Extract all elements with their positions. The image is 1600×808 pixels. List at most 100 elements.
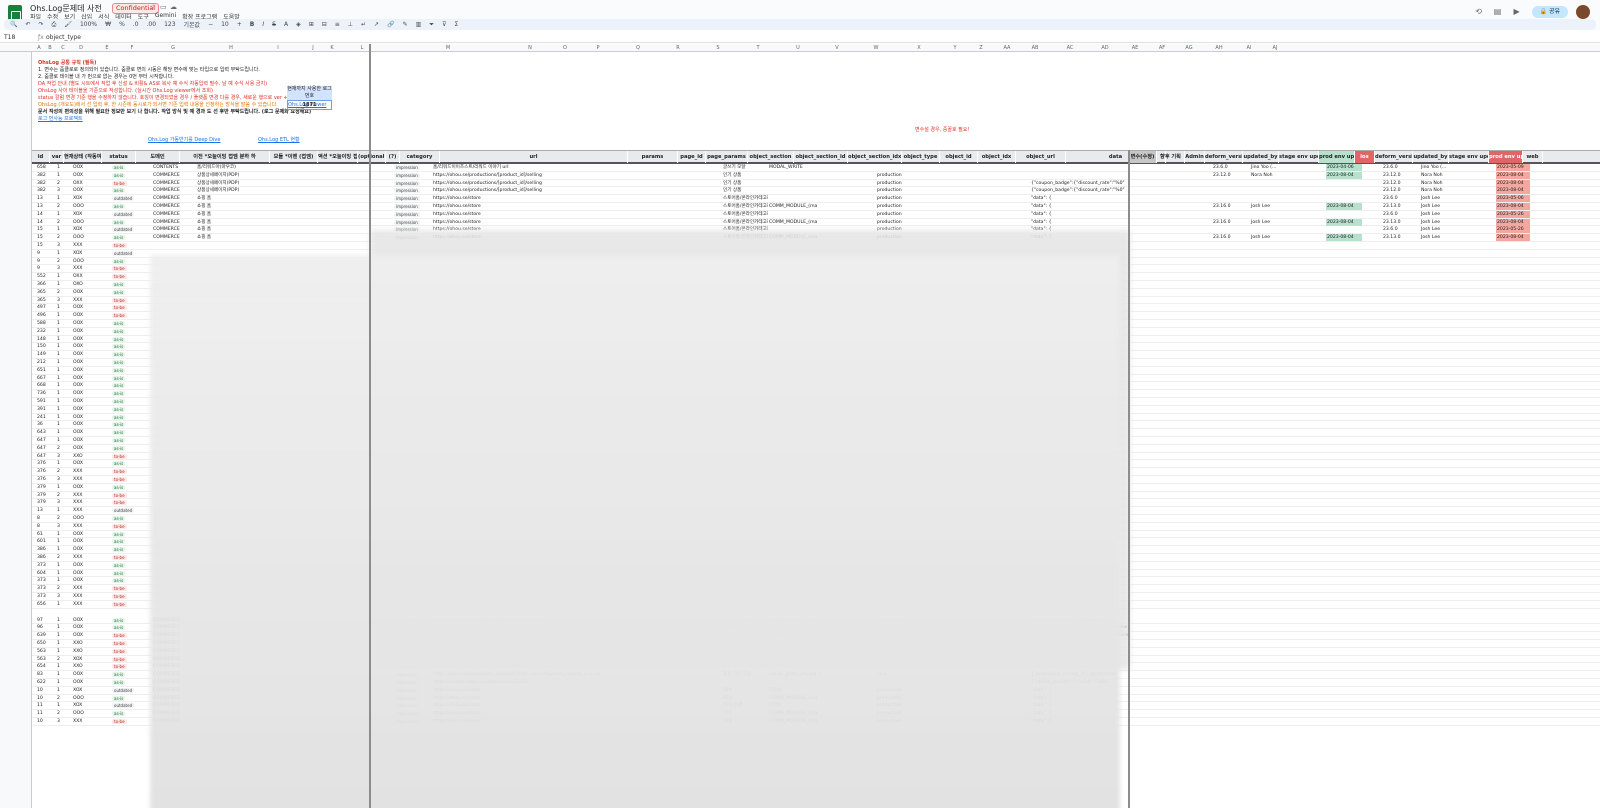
data-cell[interactable]: "data": { <box>1030 219 1130 226</box>
screen-cell[interactable]: 쇼핑 홈 <box>196 234 276 241</box>
ios-prod-updated-cell[interactable]: 2023-08-04 <box>1496 234 1530 242</box>
avatar[interactable] <box>1576 5 1590 19</box>
italic-icon[interactable]: I <box>262 21 264 28</box>
id-cell[interactable]: 376 <box>36 468 52 475</box>
var-cell[interactable]: 1 <box>56 671 66 678</box>
var-cell[interactable]: 1 <box>56 328 66 335</box>
search-menus-icon[interactable]: 🔍 <box>10 21 17 28</box>
column-header[interactable]: F <box>122 45 142 51</box>
state-cell[interactable]: XXX <box>72 718 102 725</box>
header-10[interactable]: category <box>400 151 440 163</box>
android-updated-by-cell[interactable]: Jino Yoo (... <box>1250 164 1286 171</box>
status-dropdown[interactable]: as-is <box>112 414 126 420</box>
header-right-12[interactable]: web <box>1523 151 1543 163</box>
status-dropdown[interactable]: as-is <box>112 336 126 342</box>
header-12[interactable]: params <box>628 151 678 163</box>
header-right-5[interactable]: stage env updated_at <box>1279 151 1319 163</box>
state-cell[interactable]: XXX <box>72 593 102 600</box>
domain-cell[interactable]: COMMERCE <box>152 187 194 194</box>
header-15[interactable]: object_section <box>748 151 794 163</box>
state-cell[interactable]: OOO <box>72 710 102 717</box>
status-dropdown[interactable]: as-is <box>112 547 126 553</box>
ios-version-cell[interactable]: 23.12.0 <box>1382 180 1418 187</box>
state-cell[interactable]: OOX <box>72 531 102 538</box>
state-cell[interactable]: OXO <box>72 281 102 288</box>
status-dropdown[interactable]: to-be <box>112 594 127 599</box>
object-section-cell[interactable]: 인기 상품 <box>722 187 768 194</box>
ios-version-cell[interactable]: 23.13.0 <box>1382 203 1418 210</box>
font-size-input[interactable]: 10 <box>221 21 229 28</box>
redo-icon[interactable]: ↷ <box>39 21 44 28</box>
id-cell[interactable]: 588 <box>36 320 52 327</box>
column-header[interactable]: Z <box>968 45 994 51</box>
ios-prod-updated-cell[interactable]: 2023-05-06 <box>1496 195 1530 203</box>
object-section-cell[interactable]: 인기 상품 <box>722 180 768 187</box>
id-cell[interactable]: 212 <box>36 359 52 366</box>
status-dropdown[interactable]: as-is <box>112 165 126 170</box>
ios-version-cell[interactable]: 23.6.0 <box>1382 211 1418 218</box>
screen-cell[interactable]: 홈/리워드아(마우코) <box>196 164 276 171</box>
domain-cell[interactable]: COMMERCE <box>152 234 194 241</box>
column-header[interactable]: AF <box>1150 45 1174 51</box>
var-cell[interactable]: 1 <box>56 375 66 382</box>
var-cell[interactable]: 1 <box>56 336 66 343</box>
state-cell[interactable]: XXX <box>72 242 102 249</box>
status-dropdown[interactable]: to-be <box>112 297 127 303</box>
rotate-icon[interactable]: ↗ <box>374 21 379 28</box>
column-header[interactable]: H <box>204 45 258 51</box>
undo-icon[interactable]: ↶ <box>25 21 30 28</box>
id-cell[interactable]: 14 <box>36 211 52 218</box>
category-dropdown[interactable]: impression <box>394 165 420 170</box>
column-header[interactable]: AC <box>1050 45 1090 51</box>
header-1[interactable]: var <box>50 151 64 163</box>
id-cell[interactable]: 379 <box>36 499 52 506</box>
android-updated-by-cell[interactable]: Josh Lee <box>1250 203 1286 210</box>
state-cell[interactable]: OOX <box>72 617 102 624</box>
id-cell[interactable]: 365 <box>36 289 52 296</box>
var-cell[interactable]: 1 <box>56 421 66 428</box>
var-cell[interactable]: 1 <box>56 687 66 694</box>
header-11[interactable]: url <box>440 151 628 163</box>
state-cell[interactable]: OXX <box>72 180 102 187</box>
status-dropdown[interactable]: to-be <box>112 664 127 670</box>
status-dropdown[interactable]: to-be <box>112 719 127 724</box>
id-cell[interactable]: 366 <box>36 281 52 288</box>
status-dropdown[interactable]: as-is <box>112 680 126 685</box>
header-16[interactable]: object_section_id <box>794 151 848 163</box>
var-cell[interactable]: 1 <box>56 312 66 319</box>
var-cell[interactable]: 3 <box>56 593 66 600</box>
column-header[interactable]: P <box>578 45 618 51</box>
var-cell[interactable]: 2 <box>56 203 66 210</box>
state-cell[interactable]: XXX <box>72 507 102 514</box>
android-prod-updated-cell[interactable]: 2023-08-04 <box>1326 203 1362 210</box>
id-cell[interactable]: 647 <box>36 437 52 444</box>
category-dropdown[interactable]: impression <box>394 211 420 217</box>
var-cell[interactable]: 2 <box>56 289 66 296</box>
status-dropdown[interactable]: as-is <box>112 445 126 451</box>
status-dropdown[interactable]: as-is <box>112 399 126 404</box>
status-dropdown[interactable]: as-is <box>112 695 126 701</box>
id-cell[interactable]: 36 <box>36 421 52 428</box>
url-cell[interactable]: https://ohou.se/store <box>432 211 618 218</box>
status-dropdown[interactable]: to-be <box>112 180 127 186</box>
data-cell[interactable]: "data": { <box>1030 203 1130 210</box>
id-cell[interactable]: 651 <box>36 367 52 374</box>
state-cell[interactable]: XOX <box>72 687 102 694</box>
borders-icon[interactable]: ⊞ <box>309 21 314 28</box>
var-cell[interactable]: 1 <box>56 507 66 514</box>
move-folder-icon[interactable]: ▭ <box>160 3 167 11</box>
var-cell[interactable]: 1 <box>56 211 66 218</box>
column-header[interactable]: T <box>738 45 778 51</box>
status-dropdown[interactable]: to-be <box>112 586 127 592</box>
status-dropdown[interactable]: as-is <box>112 258 126 264</box>
var-cell[interactable]: 3 <box>56 187 66 194</box>
frozen-column-divider[interactable] <box>369 44 371 808</box>
state-cell[interactable]: XXX <box>72 523 102 530</box>
var-cell[interactable]: 1 <box>56 531 66 538</box>
url-cell[interactable]: https://ohou.se/productions/[product_id]… <box>432 187 618 194</box>
ios-updated-by-cell[interactable]: Josh Lee <box>1420 219 1456 226</box>
id-cell[interactable]: 647 <box>36 445 52 452</box>
state-cell[interactable]: OOX <box>72 414 102 421</box>
var-cell[interactable]: 1 <box>56 632 66 639</box>
id-cell[interactable]: 647 <box>36 453 52 460</box>
